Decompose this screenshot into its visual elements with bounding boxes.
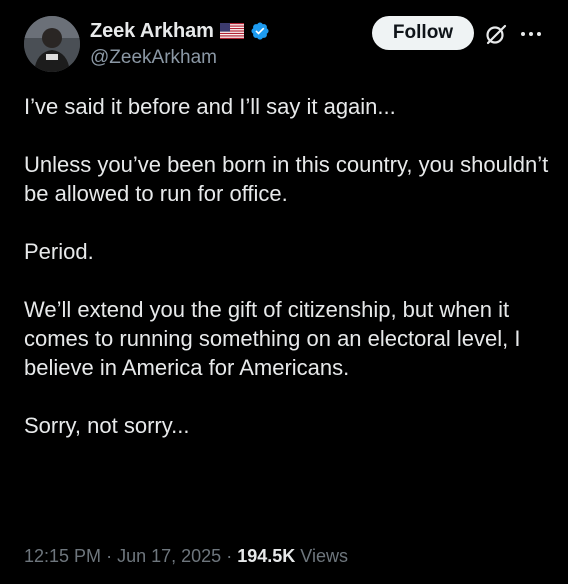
views-count: 194.5K [237,546,296,566]
tweet-date[interactable]: Jun 17, 2025 [117,546,221,566]
more-options-icon[interactable] [518,24,544,44]
handle[interactable]: @ZeekArkham [90,47,270,69]
tweet-header: Zeek Arkham @ZeekArkham Follow [24,14,554,74]
name-block: Zeek Arkham @ZeekArkham [90,18,270,69]
views-label: Views [300,546,348,566]
verified-badge-icon[interactable] [250,21,270,41]
tweet-paragraph: Unless you’ve been born in this country,… [24,152,549,206]
tweet-paragraph: Period. [24,239,94,264]
tweet-meta: 12:15 PM · Jun 17, 2025 · 194.5K Views [24,546,348,567]
meta-separator: · [106,546,113,566]
follow-button[interactable]: Follow [372,16,474,50]
tweet-paragraph: We’ll extend you the gift of citizenship… [24,297,521,380]
name-row: Zeek Arkham [90,18,270,44]
avatar[interactable] [24,16,80,72]
display-name[interactable]: Zeek Arkham [90,20,214,43]
meta-separator: · [226,546,233,566]
tweet-paragraph: Sorry, not sorry... [24,413,190,438]
tweet-time[interactable]: 12:15 PM [24,546,101,566]
tweet-text: I’ve said it before and I’ll say it agai… [24,92,554,440]
grok-icon[interactable] [484,22,508,46]
tweet-paragraph: I’ve said it before and I’ll say it agai… [24,94,396,119]
us-flag-icon [219,23,244,39]
